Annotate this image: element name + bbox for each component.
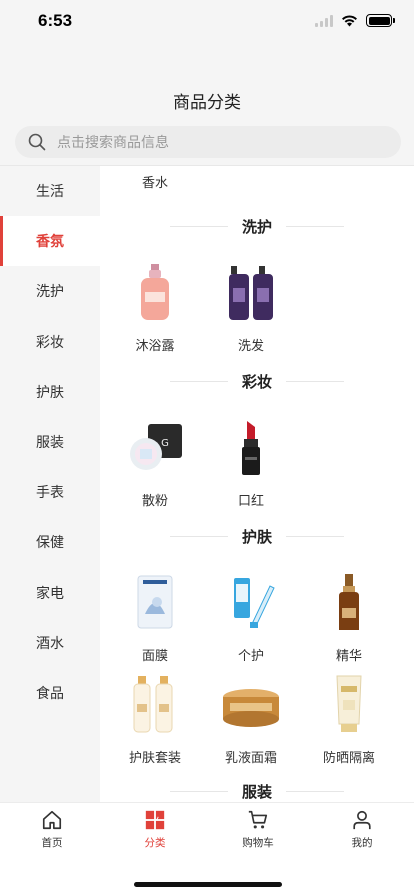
- product-loose-powder[interactable]: G 散粉: [105, 416, 205, 509]
- svg-text:G: G: [161, 438, 169, 449]
- product-name: 沐浴露: [135, 339, 175, 354]
- sidebar-item-label: 护肤: [36, 384, 64, 401]
- product-name: 乳液面霜: [224, 751, 277, 766]
- product-name: 口红: [237, 494, 264, 509]
- product-body-wash[interactable]: 沐浴露: [105, 261, 205, 354]
- section-title: 洗护: [241, 217, 272, 236]
- search-placeholder: 点击搜索商品信息: [57, 135, 169, 151]
- product-name: 面膜: [141, 649, 168, 664]
- tab-label: 我的: [351, 837, 373, 849]
- tab-profile[interactable]: 我的: [322, 809, 402, 850]
- sidebar-item-watches[interactable]: 手表: [0, 467, 100, 517]
- product-name: 防晒隔离: [322, 751, 375, 766]
- tab-category[interactable]: 分类: [115, 809, 195, 850]
- product-face-mask[interactable]: 面膜: [105, 571, 205, 664]
- sidebar-item-label: 食品: [36, 685, 64, 702]
- section-header: 护肤: [100, 524, 414, 548]
- sidebar-item-drinks[interactable]: 酒水: [0, 618, 100, 668]
- section-title: 服装: [241, 782, 272, 801]
- user-icon: [353, 810, 371, 830]
- nav-bar: 商品分类: [0, 44, 414, 118]
- section-title: 护肤: [241, 527, 272, 546]
- product-name: 洗发: [237, 339, 264, 354]
- serum-icon: [318, 571, 380, 633]
- sidebar-item-label: 手表: [36, 485, 64, 502]
- product-sunscreen[interactable]: 防晒隔离: [299, 673, 399, 766]
- product-personal-care[interactable]: 个护: [201, 571, 301, 664]
- product-serum[interactable]: 精华: [299, 571, 399, 664]
- sidebar-item-life[interactable]: 生活: [0, 166, 100, 216]
- home-indicator: [134, 882, 282, 887]
- sidebar-item-label: 彩妆: [36, 334, 64, 351]
- lipstick-icon: [220, 416, 282, 478]
- signal-icon: [315, 14, 333, 27]
- section-title: 彩妆: [241, 372, 272, 391]
- sidebar-item-clothing[interactable]: 服装: [0, 417, 100, 467]
- sidebar-item-makeup[interactable]: 彩妆: [0, 317, 100, 367]
- section-header: 洗护: [100, 214, 414, 238]
- page-title: 商品分类: [173, 93, 241, 113]
- sidebar-item-appliances[interactable]: 家电: [0, 568, 100, 618]
- sidebar-item-skincare[interactable]: 护肤: [0, 367, 100, 417]
- sidebar-item-label: 香氛: [36, 234, 64, 251]
- category-content: 香水 洗护 沐浴露 洗发 彩妆 G 散粉 口红 护肤 面膜 个护 精华 护肤套装…: [100, 166, 414, 802]
- body-wash-icon: [124, 261, 186, 323]
- section-header: 彩妆: [100, 369, 414, 393]
- sidebar-item-label: 保健: [36, 535, 64, 552]
- category-icon: [145, 810, 165, 830]
- search-bar: 点击搜索商品信息: [0, 118, 414, 166]
- product-name: 个护: [237, 649, 264, 664]
- search-input[interactable]: 点击搜索商品信息: [15, 126, 401, 158]
- sidebar-item-fragrance[interactable]: 香氛: [0, 216, 100, 267]
- product-name: 精华: [335, 649, 362, 664]
- sidebar-item-wash-care[interactable]: 洗护: [0, 266, 100, 316]
- wifi-icon: [342, 15, 357, 27]
- product-lipstick[interactable]: 口红: [201, 416, 301, 509]
- sidebar-item-label: 服装: [36, 435, 64, 452]
- skincare-set-icon: [124, 673, 186, 735]
- sidebar-item-food[interactable]: 食品: [0, 668, 100, 718]
- shampoo-icon: [220, 261, 282, 323]
- category-sidebar: 生活 香氛 洗护 彩妆 护肤 服装 手表 保健 家电 酒水 食品: [0, 166, 100, 802]
- sidebar-item-health[interactable]: 保健: [0, 517, 100, 567]
- face-cream-icon: [220, 673, 282, 735]
- product-name: 散粉: [141, 494, 168, 509]
- status-time: 6:53: [38, 11, 73, 30]
- subcategory-perfume[interactable]: 香水: [142, 172, 168, 191]
- status-bar: 6:53: [0, 0, 414, 44]
- tab-label: 首页: [41, 837, 63, 849]
- face-mask-icon: [124, 571, 186, 633]
- personal-care-icon: [220, 571, 282, 633]
- sidebar-item-label: 家电: [36, 585, 64, 602]
- status-icons: [315, 14, 395, 27]
- product-name: 护肤套装: [128, 751, 181, 766]
- tab-cart[interactable]: 购物车: [218, 809, 298, 850]
- sunscreen-icon: [318, 673, 380, 735]
- tab-label: 购物车: [242, 837, 274, 849]
- sidebar-item-label: 洗护: [36, 284, 64, 301]
- cart-icon: [248, 810, 268, 829]
- search-icon: [28, 133, 46, 151]
- product-shampoo[interactable]: 洗发: [201, 261, 301, 354]
- battery-icon: [366, 14, 395, 27]
- sidebar-item-label: 酒水: [36, 635, 64, 652]
- tab-label: 分类: [144, 837, 166, 849]
- loose-powder-icon: G: [124, 416, 186, 478]
- product-face-cream[interactable]: 乳液面霜: [201, 673, 301, 766]
- section-header: 服装: [100, 779, 414, 802]
- sidebar-item-label: 生活: [36, 184, 64, 201]
- home-icon: [42, 810, 62, 830]
- tab-home[interactable]: 首页: [12, 809, 92, 850]
- product-skincare-set[interactable]: 护肤套装: [105, 673, 205, 766]
